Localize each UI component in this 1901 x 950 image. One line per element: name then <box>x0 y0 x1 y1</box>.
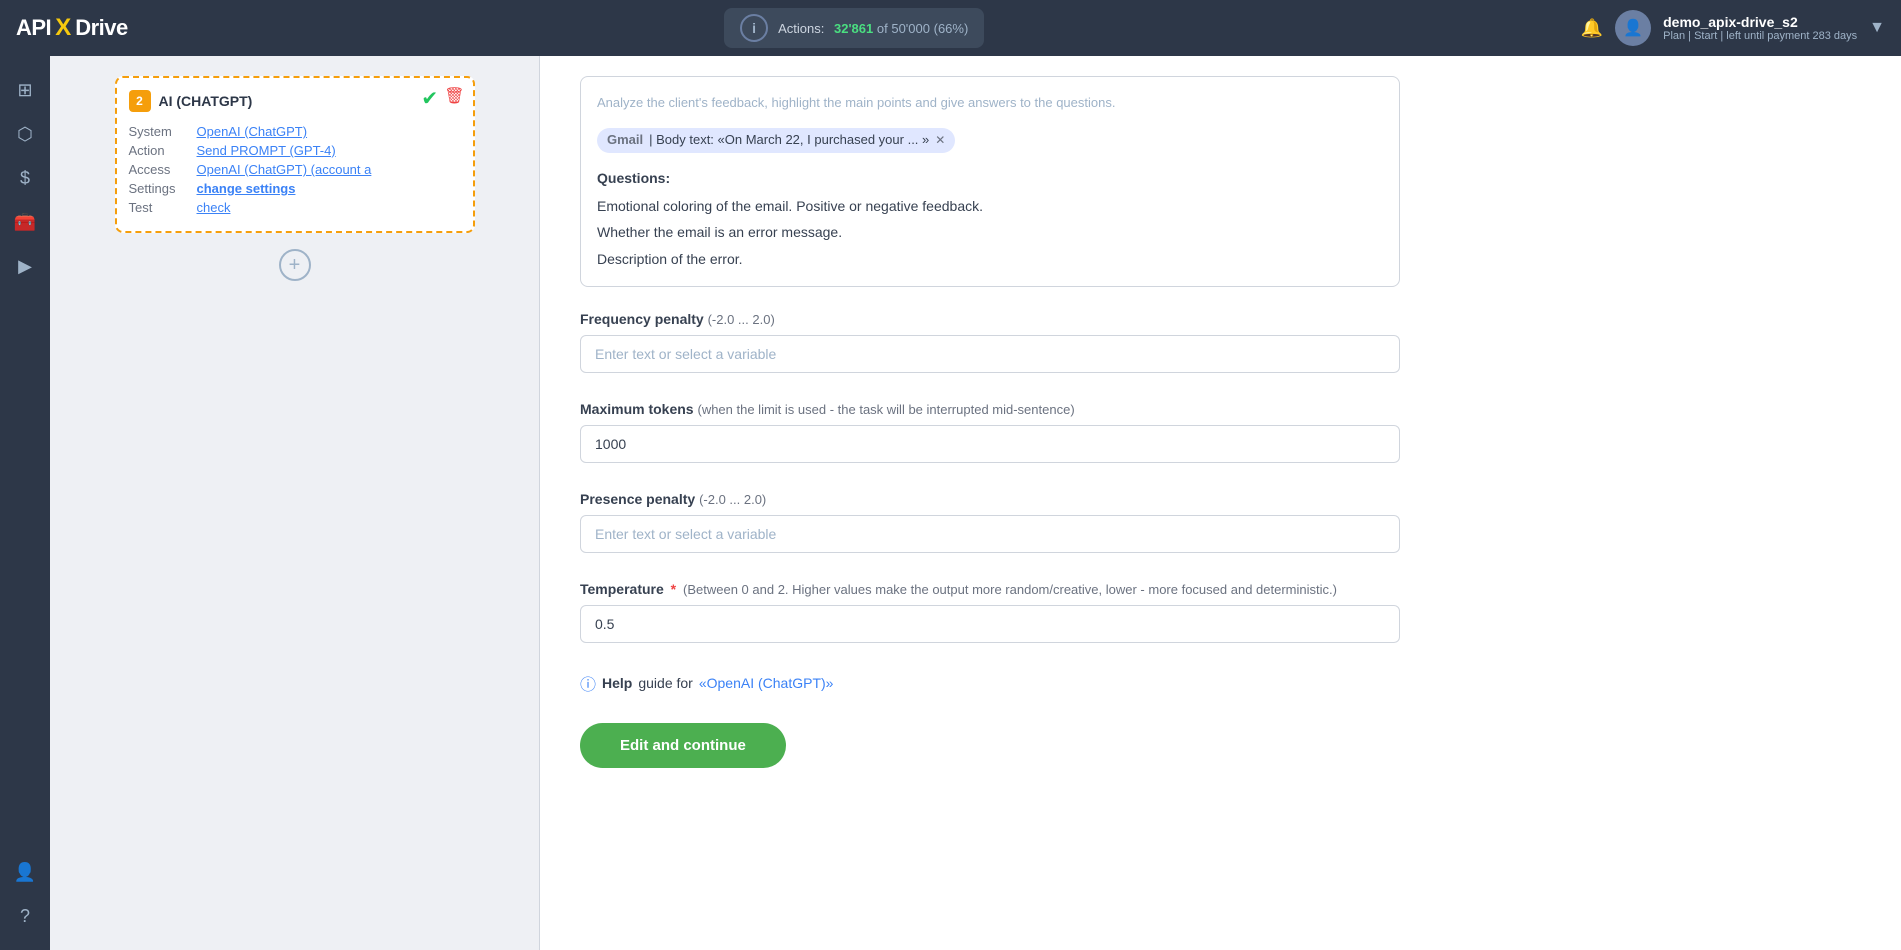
temperature-section: Temperature * (Between 0 and 2. Higher v… <box>580 581 1400 643</box>
leftsidebar: ⊞ ⬡ $ 🧰 ▶ 👤 ? <box>0 56 50 950</box>
card-value-action[interactable]: Send PROMPT (GPT-4) <box>197 143 336 158</box>
questions-label: Questions: <box>597 167 1383 189</box>
actions-total: 50'000 <box>891 21 930 36</box>
max-tokens-label: Maximum tokens (when the limit is used -… <box>580 401 1400 417</box>
question3: Description of the error. <box>597 248 1383 270</box>
help-circle-icon: ⓘ <box>580 671 596 695</box>
tag-close-icon[interactable]: ✕ <box>935 131 945 150</box>
ai-card-header: 2 AI (CHATGPT) <box>129 90 461 112</box>
actions-of: of <box>877 21 891 36</box>
max-tokens-input[interactable] <box>580 425 1400 463</box>
card-row-settings: Settings change settings <box>129 181 461 196</box>
sidebar-item-connections[interactable]: ⬡ <box>7 116 43 152</box>
user-info: demo_apix-drive_s2 Plan | Start | left u… <box>1663 14 1857 42</box>
help-text: Help <box>602 675 632 691</box>
delete-icon[interactable]: 🗑 <box>444 86 464 111</box>
avatar: 👤 <box>1615 10 1651 46</box>
ai-card-title: AI (CHATGPT) <box>159 93 253 109</box>
card-actions: ✔ 🗑 <box>421 86 464 111</box>
main-layout: 2 AI (CHATGPT) ✔ 🗑 System OpenAI (ChatGP… <box>50 56 1901 950</box>
prompt-box: Analyze the client's feedback, highlight… <box>580 76 1400 287</box>
card-row-test: Test check <box>129 200 461 215</box>
help-line: ⓘ Help guide for «OpenAI (ChatGPT)» <box>580 671 1400 695</box>
nav-right: 🔔 👤 demo_apix-drive_s2 Plan | Start | le… <box>1581 10 1885 46</box>
user-plan: Plan | Start | left until payment 283 da… <box>1663 30 1857 42</box>
bell-icon[interactable]: 🔔 <box>1581 18 1603 39</box>
topnav: API X Drive i Actions: 32'861 of 50'000 … <box>0 0 1901 56</box>
nav-center: i Actions: 32'861 of 50'000 (66%) <box>140 8 1569 48</box>
actions-badge: i Actions: 32'861 of 50'000 (66%) <box>724 8 984 48</box>
card-value-test[interactable]: check <box>197 200 231 215</box>
help-guide-text: guide for <box>638 675 692 691</box>
sidebar-item-tools[interactable]: 🧰 <box>7 204 43 240</box>
chevron-down-icon[interactable]: ▼ <box>1869 19 1885 37</box>
settings-form-panel: Analyze the client's feedback, highlight… <box>540 56 1901 950</box>
user-name: demo_apix-drive_s2 <box>1663 14 1857 30</box>
help-link[interactable]: «OpenAI (ChatGPT)» <box>699 675 834 691</box>
sidebar-item-dashboard[interactable]: ⊞ <box>7 72 43 108</box>
sidebar-item-billing[interactable]: $ <box>7 160 43 196</box>
frequency-label: Frequency penalty (-2.0 ... 2.0) <box>580 311 1400 327</box>
question1: Emotional coloring of the email. Positiv… <box>597 195 1383 217</box>
card-row-system: System OpenAI (ChatGPT) <box>129 124 461 139</box>
card-label-access: Access <box>129 162 189 177</box>
prompt-tag: Gmail | Body text: «On March 22, I purch… <box>597 128 955 153</box>
max-tokens-note: (when the limit is used - the task will … <box>697 402 1074 417</box>
card-label-test: Test <box>129 200 189 215</box>
card-row-action: Action Send PROMPT (GPT-4) <box>129 143 461 158</box>
actions-count: 32'861 <box>834 21 873 36</box>
tag-source: Gmail <box>607 130 643 151</box>
workflow-area: 2 AI (CHATGPT) ✔ 🗑 System OpenAI (ChatGP… <box>50 56 539 301</box>
sidebar-item-runs[interactable]: ▶ <box>7 248 43 284</box>
card-label-system: System <box>129 124 189 139</box>
logo: API X Drive <box>16 14 128 42</box>
actions-text: Actions: 32'861 of 50'000 (66%) <box>778 21 968 36</box>
add-node-button[interactable]: + <box>279 249 311 281</box>
ai-card: 2 AI (CHATGPT) ✔ 🗑 System OpenAI (ChatGP… <box>115 76 475 233</box>
logo-text: API <box>16 15 51 41</box>
info-icon: i <box>740 14 768 42</box>
frequency-penalty-section: Frequency penalty (-2.0 ... 2.0) <box>580 311 1400 373</box>
presence-penalty-section: Presence penalty (-2.0 ... 2.0) <box>580 491 1400 553</box>
presence-label: Presence penalty (-2.0 ... 2.0) <box>580 491 1400 507</box>
card-value-access[interactable]: OpenAI (ChatGPT) (account a <box>197 162 372 177</box>
frequency-note: (-2.0 ... 2.0) <box>708 312 775 327</box>
actions-label: Actions: <box>778 21 824 36</box>
card-label-settings: Settings <box>129 181 189 196</box>
card-row-access: Access OpenAI (ChatGPT) (account a <box>129 162 461 177</box>
check-icon: ✔ <box>421 86 438 111</box>
prompt-intro: Analyze the client's feedback, highlight… <box>597 93 1383 114</box>
sidebar-item-help[interactable]: ? <box>7 898 43 934</box>
temperature-input[interactable] <box>580 605 1400 643</box>
card-value-system[interactable]: OpenAI (ChatGPT) <box>197 124 308 139</box>
card-value-settings[interactable]: change settings <box>197 181 296 196</box>
logo-x: X <box>55 14 71 42</box>
temperature-note: (Between 0 and 2. Higher values make the… <box>683 582 1337 597</box>
ai-badge: 2 <box>129 90 151 112</box>
workflow-canvas: 2 AI (CHATGPT) ✔ 🗑 System OpenAI (ChatGP… <box>50 56 540 950</box>
presence-penalty-input[interactable] <box>580 515 1400 553</box>
max-tokens-section: Maximum tokens (when the limit is used -… <box>580 401 1400 463</box>
edit-continue-button[interactable]: Edit and continue <box>580 723 786 768</box>
temperature-label: Temperature * (Between 0 and 2. Higher v… <box>580 581 1400 597</box>
presence-note: (-2.0 ... 2.0) <box>699 492 766 507</box>
card-label-action: Action <box>129 143 189 158</box>
sidebar-item-profile[interactable]: 👤 <box>7 854 43 890</box>
logo-text2: Drive <box>75 15 128 41</box>
frequency-penalty-input[interactable] <box>580 335 1400 373</box>
tag-text: | Body text: «On March 22, I purchased y… <box>649 130 929 151</box>
temperature-required: * <box>671 581 676 597</box>
question2: Whether the email is an error message. <box>597 221 1383 243</box>
form-content: Analyze the client's feedback, highlight… <box>540 56 1440 828</box>
